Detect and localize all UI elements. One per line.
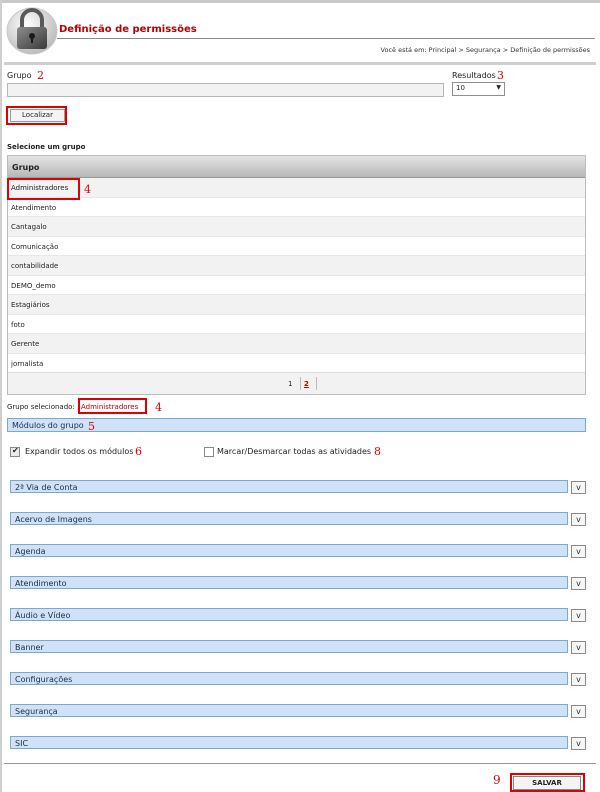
select-group-label: Selecione um grupo [7, 143, 86, 151]
header-divider [57, 38, 595, 39]
page-1-link[interactable]: 1 [288, 380, 292, 388]
module-bar[interactable]: Acervo de Imagens [10, 512, 568, 525]
expand-chevron-icon[interactable]: v [571, 577, 586, 590]
dropdown-arrow-icon: ▼ [496, 84, 501, 91]
table-row[interactable]: Atendimento [8, 198, 585, 217]
module-bar[interactable]: Agenda [10, 544, 568, 557]
expand-chevron-icon[interactable]: v [571, 609, 586, 622]
localizar-button[interactable]: Localizar [10, 109, 65, 122]
padlock-icon [6, 5, 58, 55]
module-bar[interactable]: Configurações [10, 672, 568, 685]
footer-divider [4, 763, 596, 764]
row-label: Cantagalo [11, 223, 47, 231]
table-row[interactable]: jornalista [8, 354, 585, 373]
module-bar[interactable]: 2ª Via de Conta [10, 480, 568, 493]
expand-chevron-icon[interactable]: v [571, 513, 586, 526]
table-row[interactable]: Cantagalo [8, 217, 585, 237]
module-bar[interactable]: Atendimento [10, 576, 568, 589]
table-row[interactable]: Comunicação [8, 237, 585, 256]
module-bar[interactable]: Segurança [10, 704, 568, 717]
module-label: Configurações [15, 675, 73, 684]
row-label: Estagiários [11, 301, 50, 309]
table-header-grupo: Grupo [8, 156, 585, 178]
resultados-select[interactable]: 10 ▼ [452, 82, 505, 96]
expand-all-label: Expandir todos os módulos [25, 447, 134, 456]
row-label: DEMO_demo [11, 281, 56, 290]
table-row[interactable]: foto [8, 315, 585, 334]
annotation-8: 8 [374, 445, 381, 458]
page-title: Definição de permissões [59, 24, 197, 35]
table-row[interactable]: DEMO_demo [8, 276, 585, 295]
annotation-6: 6 [135, 445, 142, 458]
table-row[interactable]: Estagiários [8, 295, 585, 315]
expand-chevron-icon[interactable]: v [571, 705, 586, 718]
annotation-2: 2 [37, 69, 44, 82]
save-button[interactable]: SALVAR [513, 776, 581, 790]
annotation-5: 5 [88, 420, 95, 433]
expand-chevron-icon[interactable]: v [571, 673, 586, 686]
table-row[interactable]: Administradores [8, 178, 585, 198]
page-header: Definição de permissões Você está em: Pr… [2, 3, 600, 61]
module-bar[interactable]: SIC [10, 736, 568, 749]
module-label: Banner [15, 643, 44, 652]
expand-chevron-icon[interactable]: v [571, 737, 586, 750]
selected-group-label: Grupo selecionado: [7, 403, 75, 411]
row-label: jornalista [11, 359, 44, 368]
grupo-search-input[interactable] [7, 83, 444, 97]
resultados-value: 10 [456, 84, 465, 92]
breadcrumb: Você está em: Principal > Segurança > De… [380, 46, 590, 54]
module-bar[interactable]: Banner [10, 640, 568, 653]
grupo-label: Grupo [7, 71, 32, 80]
row-label: Comunicação [11, 242, 59, 251]
highlight-box-first-row [7, 178, 80, 200]
pager-divider [316, 377, 317, 390]
expand-chevron-icon[interactable]: v [571, 641, 586, 654]
page-2-link[interactable]: 2 [304, 380, 309, 388]
module-label: Acervo de Imagens [15, 515, 92, 524]
table-row[interactable]: Gerente [8, 334, 585, 354]
module-label: Atendimento [15, 579, 67, 588]
module-bar[interactable]: Áudio e Vídeo [10, 608, 568, 621]
mark-all-checkbox[interactable] [204, 447, 214, 457]
module-label: Segurança [15, 707, 58, 716]
module-label: Agenda [15, 547, 46, 556]
module-label: 2ª Via de Conta [15, 483, 78, 492]
pager-divider [300, 377, 301, 390]
group-table: Grupo Administradores Atendimento Cantag… [7, 155, 586, 395]
row-label: Atendimento [11, 203, 57, 212]
row-label: Gerente [11, 340, 40, 348]
module-label: Áudio e Vídeo [15, 611, 71, 620]
expand-chevron-icon[interactable]: v [571, 545, 586, 558]
left-border [0, 0, 2, 792]
annotation-4b: 4 [155, 401, 162, 414]
annotation-9: 9 [493, 773, 501, 787]
annotation-4: 4 [84, 183, 91, 196]
table-row[interactable]: contabilidade [8, 256, 585, 276]
mark-all-label: Marcar/Desmarcar todas as atividades [217, 447, 372, 456]
row-label: contabilidade [11, 262, 59, 270]
pagination: 1 2 [8, 372, 585, 394]
row-label: foto [11, 320, 25, 329]
annotation-3: 3 [497, 69, 504, 82]
expand-all-checkbox[interactable] [10, 446, 20, 457]
expand-chevron-icon[interactable]: v [571, 481, 586, 494]
module-label: SIC [15, 739, 29, 748]
modules-header-label: Módulos do grupo [12, 421, 84, 430]
highlight-box-selected [78, 398, 147, 414]
header-separator [4, 62, 596, 65]
resultados-label: Resultados [452, 71, 496, 80]
